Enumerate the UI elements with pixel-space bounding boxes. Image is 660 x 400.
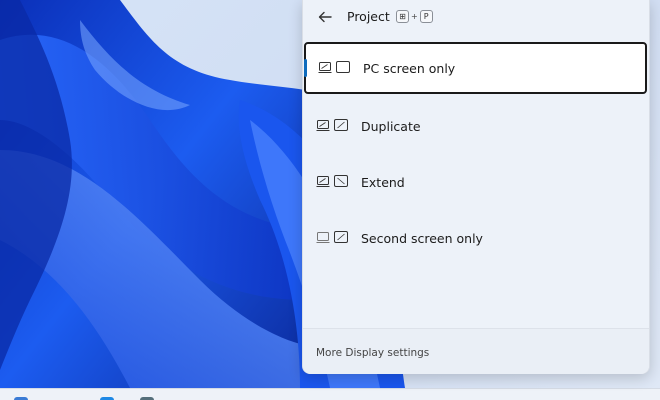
option-duplicate[interactable]: Duplicate xyxy=(303,100,647,152)
selection-indicator xyxy=(304,59,307,77)
option-label: Duplicate xyxy=(361,118,421,134)
taskbar xyxy=(0,388,660,400)
option-label: PC screen only xyxy=(363,60,456,76)
keyboard-shortcut: ⊞ + P xyxy=(396,10,433,23)
flyout-header: Project ⊞ + P xyxy=(303,0,649,36)
back-arrow-icon xyxy=(318,11,332,23)
duplicate-icon xyxy=(316,119,348,131)
flyout-footer: More Display settings xyxy=(303,328,649,374)
extend-icon xyxy=(316,175,348,187)
option-second-screen-only[interactable]: Second screen only xyxy=(303,212,647,264)
flyout-title: Project xyxy=(347,9,390,24)
option-pc-screen-only[interactable]: PC screen only xyxy=(304,42,647,94)
option-extend[interactable]: Extend xyxy=(303,156,647,208)
back-button[interactable] xyxy=(313,6,337,28)
p-key: P xyxy=(419,10,433,23)
windows-key-icon: ⊞ xyxy=(396,10,409,23)
option-label: Second screen only xyxy=(361,230,483,246)
pc-screen-only-icon xyxy=(318,61,350,73)
option-label: Extend xyxy=(361,174,405,190)
shortcut-plus: + xyxy=(411,12,418,21)
more-display-settings-link[interactable]: More Display settings xyxy=(316,347,429,359)
second-screen-only-icon xyxy=(316,231,348,243)
project-flyout: Project ⊞ + P PC screen only Duplicate E… xyxy=(302,0,650,374)
